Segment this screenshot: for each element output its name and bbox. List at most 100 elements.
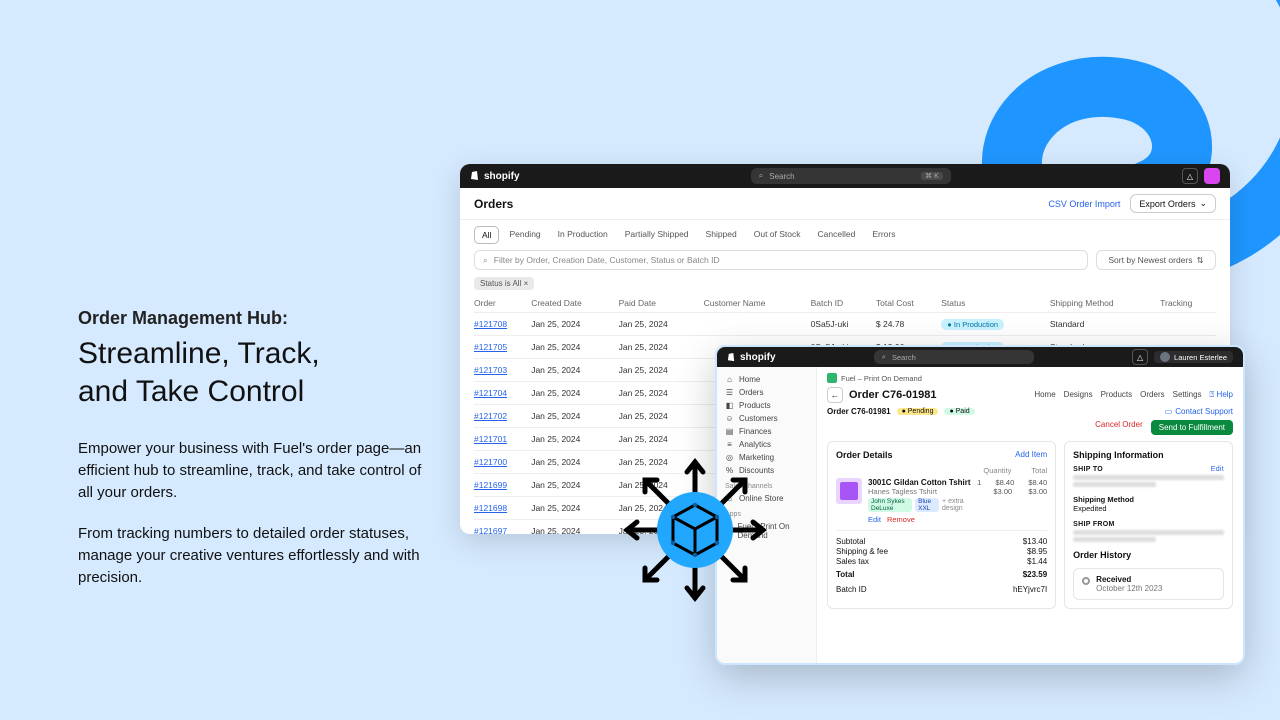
batch-label: Batch ID [836, 585, 867, 594]
nav-settings[interactable]: Settings [1173, 390, 1202, 400]
tab-out-of-stock[interactable]: Out of Stock [747, 226, 808, 244]
sidebar-item-finances[interactable]: ▤Finances [717, 425, 816, 438]
export-orders-button[interactable]: Export Orders ⌄ [1130, 194, 1216, 213]
sidebar-item-customers[interactable]: ☺Customers [717, 412, 816, 425]
contact-support-link[interactable]: ▭ Contact Support [1165, 407, 1233, 416]
order-link[interactable]: #121698 [474, 503, 507, 513]
hero-copy: Order Management Hub: Streamline, Track,… [78, 308, 428, 589]
col-batch-id: Batch ID [811, 294, 876, 313]
app-icon [827, 373, 837, 383]
order-link[interactable]: #121703 [474, 365, 507, 375]
order-link[interactable]: #121705 [474, 342, 507, 352]
history-date: October 12th 2023 [1096, 584, 1162, 593]
nav-products[interactable]: Products [1101, 390, 1133, 400]
finances-icon: ▤ [725, 427, 734, 436]
tab-pending[interactable]: Pending [502, 226, 547, 244]
redacted-line [1073, 530, 1224, 535]
tag-variant: Blue XXL [915, 498, 939, 512]
user-menu[interactable]: Lauren Esterlee [1154, 351, 1233, 363]
timeline-dot-icon [1082, 577, 1090, 585]
tab-cancelled[interactable]: Cancelled [811, 226, 863, 244]
table-row[interactable]: #121708Jan 25, 2024Jan 25, 20240Sa5J-uki… [474, 313, 1216, 336]
notifications-icon[interactable]: △ [1132, 349, 1148, 365]
nav--help[interactable]: ⍰ Help [1210, 390, 1233, 400]
sidebar-item-home[interactable]: ⌂Home [717, 373, 816, 386]
avatar[interactable] [1204, 168, 1220, 184]
shopify-logo: shopify [727, 352, 776, 363]
extra-design-label: + extra design [942, 498, 971, 512]
send-to-fulfillment-button[interactable]: Send to Fulfillment [1151, 420, 1233, 435]
order-link[interactable]: #121697 [474, 526, 507, 534]
orders-sort-select[interactable]: Sort by Newest orders ⇅ [1096, 250, 1216, 270]
home-icon: ⌂ [725, 375, 734, 384]
filter-chip-status[interactable]: Status is All × [474, 277, 534, 290]
nav-designs[interactable]: Designs [1064, 390, 1093, 400]
tab-errors[interactable]: Errors [865, 226, 902, 244]
avatar [1160, 352, 1170, 362]
hero-headline: Streamline, Track, and Take Control [78, 335, 428, 410]
orders-filter-input[interactable]: ⌕ Filter by Order, Creation Date, Custom… [474, 250, 1088, 270]
chat-icon: ▭ [1165, 407, 1173, 416]
order-link[interactable]: #121700 [474, 457, 507, 467]
tab-partially-shipped[interactable]: Partially Shipped [618, 226, 696, 244]
status-badge: ● In Production [941, 319, 1004, 330]
app-crumb: Fuel – Print On Demand [827, 373, 1233, 383]
global-search[interactable]: ⌕ Search ⌘ K [751, 168, 951, 184]
edit-item-link[interactable]: Edit [868, 515, 881, 524]
add-item-link[interactable]: Add Item [1015, 450, 1047, 460]
order-title: Order C76-01981 [849, 389, 936, 401]
orders-tabs: AllPendingIn ProductionPartially Shipped… [460, 220, 1230, 244]
redacted-line [1073, 482, 1156, 487]
sort-icon: ⇅ [1196, 255, 1203, 266]
col-shipping-method: Shipping Method [1050, 294, 1160, 313]
order-link[interactable]: #121704 [474, 388, 507, 398]
shipping-card: Shipping Information SHIP TOEdit Shippin… [1064, 441, 1233, 609]
history-heading: Order History [1073, 550, 1224, 560]
history-card: Received October 12th 2023 [1073, 568, 1224, 600]
tab-in-production[interactable]: In Production [551, 226, 615, 244]
shopify-logo: shopify [470, 171, 520, 182]
order-link[interactable]: #121699 [474, 480, 507, 490]
hub-graphic [615, 450, 775, 610]
nav-orders[interactable]: Orders [1140, 390, 1164, 400]
sidebar-item-orders[interactable]: ☰Orders [717, 386, 816, 399]
order-link[interactable]: #121701 [474, 434, 507, 444]
order-link[interactable]: #121708 [474, 319, 507, 329]
search-icon: ⌕ [483, 255, 488, 266]
cancel-order-button[interactable]: Cancel Order [1095, 420, 1143, 435]
col-status: Status [941, 294, 1050, 313]
card-title: Order Details [836, 450, 893, 460]
global-search[interactable]: ⌕ Search [874, 350, 1034, 364]
search-icon: ⌕ [882, 352, 886, 362]
analytics-icon: ≡ [725, 440, 734, 449]
col-total: Total [1031, 466, 1047, 475]
tab-all[interactable]: All [474, 226, 499, 244]
status-badge-pending: ● Pending [897, 408, 939, 415]
chevron-down-icon: ⌄ [1199, 198, 1207, 209]
tag-design: John Sykes DeLuxe [868, 498, 912, 512]
redacted-line [1073, 537, 1156, 542]
col-tracking: Tracking [1160, 294, 1216, 313]
redacted-line [1073, 475, 1224, 480]
nav-home[interactable]: Home [1034, 390, 1055, 400]
notifications-icon[interactable]: △ [1182, 168, 1198, 184]
history-event: Received [1096, 575, 1162, 584]
sidebar-item-products[interactable]: ◧Products [717, 399, 816, 412]
tab-shipped[interactable]: Shipped [699, 226, 744, 244]
edit-shipping-link[interactable]: Edit [1211, 466, 1224, 473]
order-id-label: Order C76-01981 [827, 407, 891, 416]
kbd-shortcut: ⌘ K [921, 172, 943, 180]
remove-item-link[interactable]: Remove [887, 515, 915, 524]
page-title: Orders [474, 197, 513, 211]
orders-icon: ☰ [725, 388, 734, 397]
products-icon: ◧ [725, 401, 734, 410]
shipping-method-label: Shipping Method [1073, 495, 1224, 504]
col-paid-date: Paid Date [619, 294, 704, 313]
app-nav: Home Designs Products Orders Settings ⍰ Help [1034, 390, 1233, 400]
hero-eyebrow: Order Management Hub: [78, 308, 428, 329]
col-customer-name: Customer Name [704, 294, 811, 313]
col-quantity: Quantity [983, 466, 1011, 475]
back-button[interactable]: ← [827, 387, 843, 403]
csv-import-link[interactable]: CSV Order Import [1048, 199, 1120, 209]
order-link[interactable]: #121702 [474, 411, 507, 421]
